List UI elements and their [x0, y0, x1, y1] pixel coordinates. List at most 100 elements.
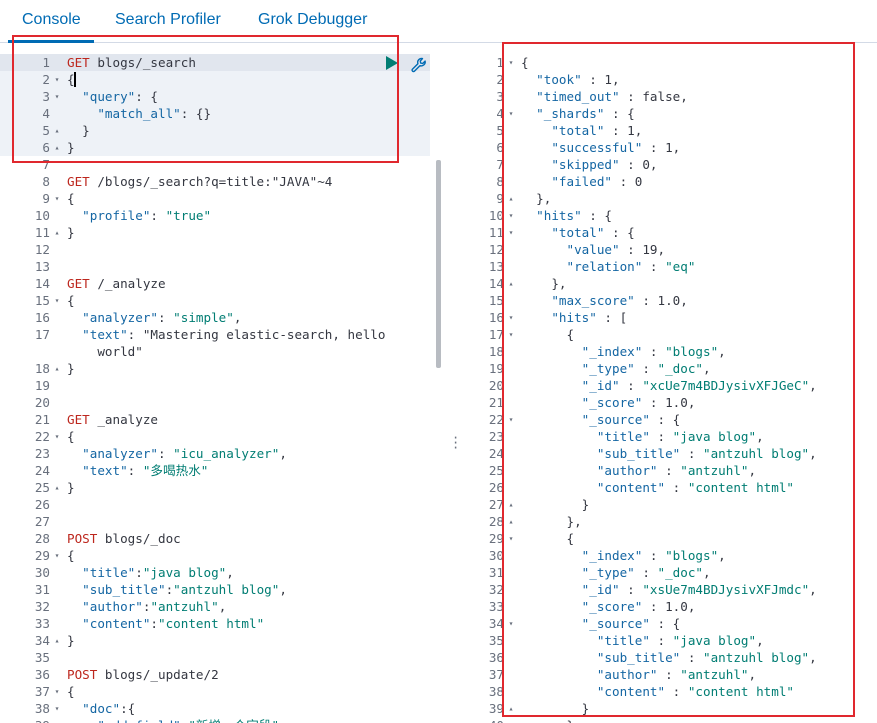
fold-toggle-icon[interactable]: ▴ — [52, 479, 62, 496]
response-line: 22 ▾ "_source" : { — [462, 411, 877, 428]
response-line-text: } — [521, 701, 590, 716]
line-number: 6 — [42, 140, 50, 155]
line-number: 13 — [34, 259, 50, 274]
editor-line: 30 "title":"java blog", — [0, 564, 440, 581]
fold-toggle-icon[interactable]: ▾ — [506, 530, 516, 547]
line-number: 30 — [488, 548, 504, 563]
request-editor[interactable]: 1 GET blogs/_search 2 ▾{3 ▾ "query": {4 "mat… — [0, 54, 440, 723]
response-line-text: "successful" : 1, — [551, 140, 681, 155]
editor-line-text: } — [67, 633, 75, 648]
tab-console[interactable]: Console — [22, 11, 81, 29]
response-line: 35 "title" : "java blog", — [462, 632, 877, 649]
response-viewer[interactable]: 1 ▾{2 "took" : 1, 3 "timed_out" : false, 4 ▾… — [462, 54, 877, 723]
fold-toggle-icon[interactable]: ▾ — [52, 428, 62, 445]
fold-toggle-icon[interactable]: ▴ — [506, 275, 516, 292]
fold-toggle-icon[interactable]: ▴ — [52, 360, 62, 377]
fold-toggle-icon[interactable]: ▾ — [506, 105, 516, 122]
fold-toggle-icon[interactable]: ▾ — [52, 700, 62, 717]
fold-toggle-icon[interactable]: ▾ — [52, 547, 62, 564]
editor-line: 32 "author":"antzuhl", — [0, 598, 440, 615]
editor-scrollbar[interactable] — [436, 160, 441, 368]
response-line: 33 "_score" : 1.0, — [462, 598, 877, 615]
editor-line-text: "title":"java blog", — [82, 565, 234, 580]
line-number: 28 — [488, 514, 504, 529]
editor-line-text: } — [67, 123, 90, 138]
editor-line: 12 — [0, 241, 440, 258]
fold-toggle-icon[interactable]: ▾ — [52, 71, 62, 88]
fold-toggle-icon[interactable]: ▾ — [506, 54, 516, 71]
response-line: 38 "content" : "content html" — [462, 683, 877, 700]
fold-toggle-icon[interactable]: ▴ — [506, 700, 516, 717]
response-line-text: "title" : "java blog", — [596, 429, 764, 444]
editor-line: 38 ▾ "doc":{ — [0, 700, 440, 717]
response-line-text: }, — [521, 191, 552, 206]
line-number: 26 — [34, 497, 50, 512]
editor-line-text: GET /blogs/_search?q=title:"JAVA"~4 — [67, 174, 333, 189]
response-line-text: "_type" : "_doc", — [581, 361, 711, 376]
fold-toggle-icon[interactable]: ▾ — [506, 326, 516, 343]
fold-toggle-icon[interactable]: ▾ — [506, 411, 516, 428]
fold-toggle-icon[interactable]: ▴ — [52, 139, 62, 156]
response-line-text: "author" : "antzuhl", — [596, 463, 757, 478]
line-number: 10 — [488, 208, 504, 223]
pane-splitter[interactable] — [448, 54, 460, 723]
line-number: 26 — [488, 480, 504, 495]
editor-line: 8 GET /blogs/_search?q=title:"JAVA"~4 — [0, 173, 440, 190]
fold-toggle-icon[interactable]: ▾ — [52, 190, 62, 207]
line-number: 16 — [34, 310, 50, 325]
line-number: 34 — [34, 633, 50, 648]
line-number: 33 — [34, 616, 50, 631]
line-number: 8 — [42, 174, 50, 189]
fold-toggle-icon[interactable]: ▾ — [506, 615, 516, 632]
editor-line: 6 ▴} — [0, 139, 440, 156]
editor-line: 7 — [0, 156, 440, 173]
fold-toggle-icon[interactable]: ▾ — [52, 292, 62, 309]
fold-toggle-icon[interactable]: ▴ — [506, 190, 516, 207]
fold-toggle-icon[interactable]: ▾ — [506, 309, 516, 326]
editor-line-text: } — [67, 480, 75, 495]
tab-grok-debugger[interactable]: Grok Debugger — [258, 11, 367, 29]
fold-toggle-icon[interactable]: ▾ — [506, 224, 516, 241]
fold-toggle-icon[interactable]: ▾ — [52, 683, 62, 700]
editor-line: 31 "sub_title":"antzuhl blog", — [0, 581, 440, 598]
fold-toggle-icon[interactable]: ▾ — [506, 207, 516, 224]
response-line-text: { — [521, 327, 575, 342]
line-number: 27 — [34, 514, 50, 529]
response-line-text: "_source" : { — [581, 412, 681, 427]
line-number: 24 — [34, 463, 50, 478]
editor-line: world" — [0, 343, 440, 360]
editor-line: 9 ▾ { — [0, 190, 440, 207]
editor-line-text: GET blogs/_search — [67, 55, 196, 70]
line-number: 23 — [34, 446, 50, 461]
tab-search-profiler[interactable]: Search Profiler — [115, 11, 221, 29]
line-number: 21 — [488, 395, 504, 410]
splitter-handle-icon[interactable]: · · · — [452, 432, 459, 454]
line-number: 29 — [488, 531, 504, 546]
editor-code[interactable]: 1 GET blogs/_search 2 ▾{3 ▾ "query": {4 "mat… — [0, 54, 440, 723]
response-line-text: }, — [521, 514, 582, 529]
response-line-text: "_index" : "blogs", — [581, 548, 726, 563]
line-number: 1 — [42, 55, 50, 70]
play-icon[interactable] — [386, 56, 398, 70]
fold-toggle-icon[interactable]: ▴ — [52, 122, 62, 139]
editor-line: 10 "profile": "true" — [0, 207, 440, 224]
response-line-text: "skipped" : 0, — [551, 157, 658, 172]
line-number: 2 — [496, 72, 504, 87]
response-line-text: "hits" : [ — [551, 310, 628, 325]
fold-toggle-icon[interactable]: ▴ — [506, 513, 516, 530]
fold-toggle-icon[interactable]: ▴ — [52, 224, 62, 241]
fold-toggle-icon[interactable]: ▴ — [52, 632, 62, 649]
response-line-text: "took" : 1, — [536, 72, 620, 87]
editor-line-text: { — [67, 429, 75, 444]
response-line: 2 "took" : 1, — [462, 71, 877, 88]
line-number: 17 — [34, 327, 50, 342]
fold-toggle-icon[interactable]: ▾ — [52, 88, 62, 105]
response-line-text: "value" : 19, — [566, 242, 666, 257]
line-number: 10 — [34, 208, 50, 223]
wrench-icon[interactable] — [410, 56, 428, 74]
line-number: 2 — [42, 72, 50, 87]
line-number: 16 — [488, 310, 504, 325]
fold-toggle-icon[interactable]: ▴ — [506, 496, 516, 513]
response-line-text: "_index" : "blogs", — [581, 344, 726, 359]
response-line-text: "relation" : "eq" — [566, 259, 696, 274]
